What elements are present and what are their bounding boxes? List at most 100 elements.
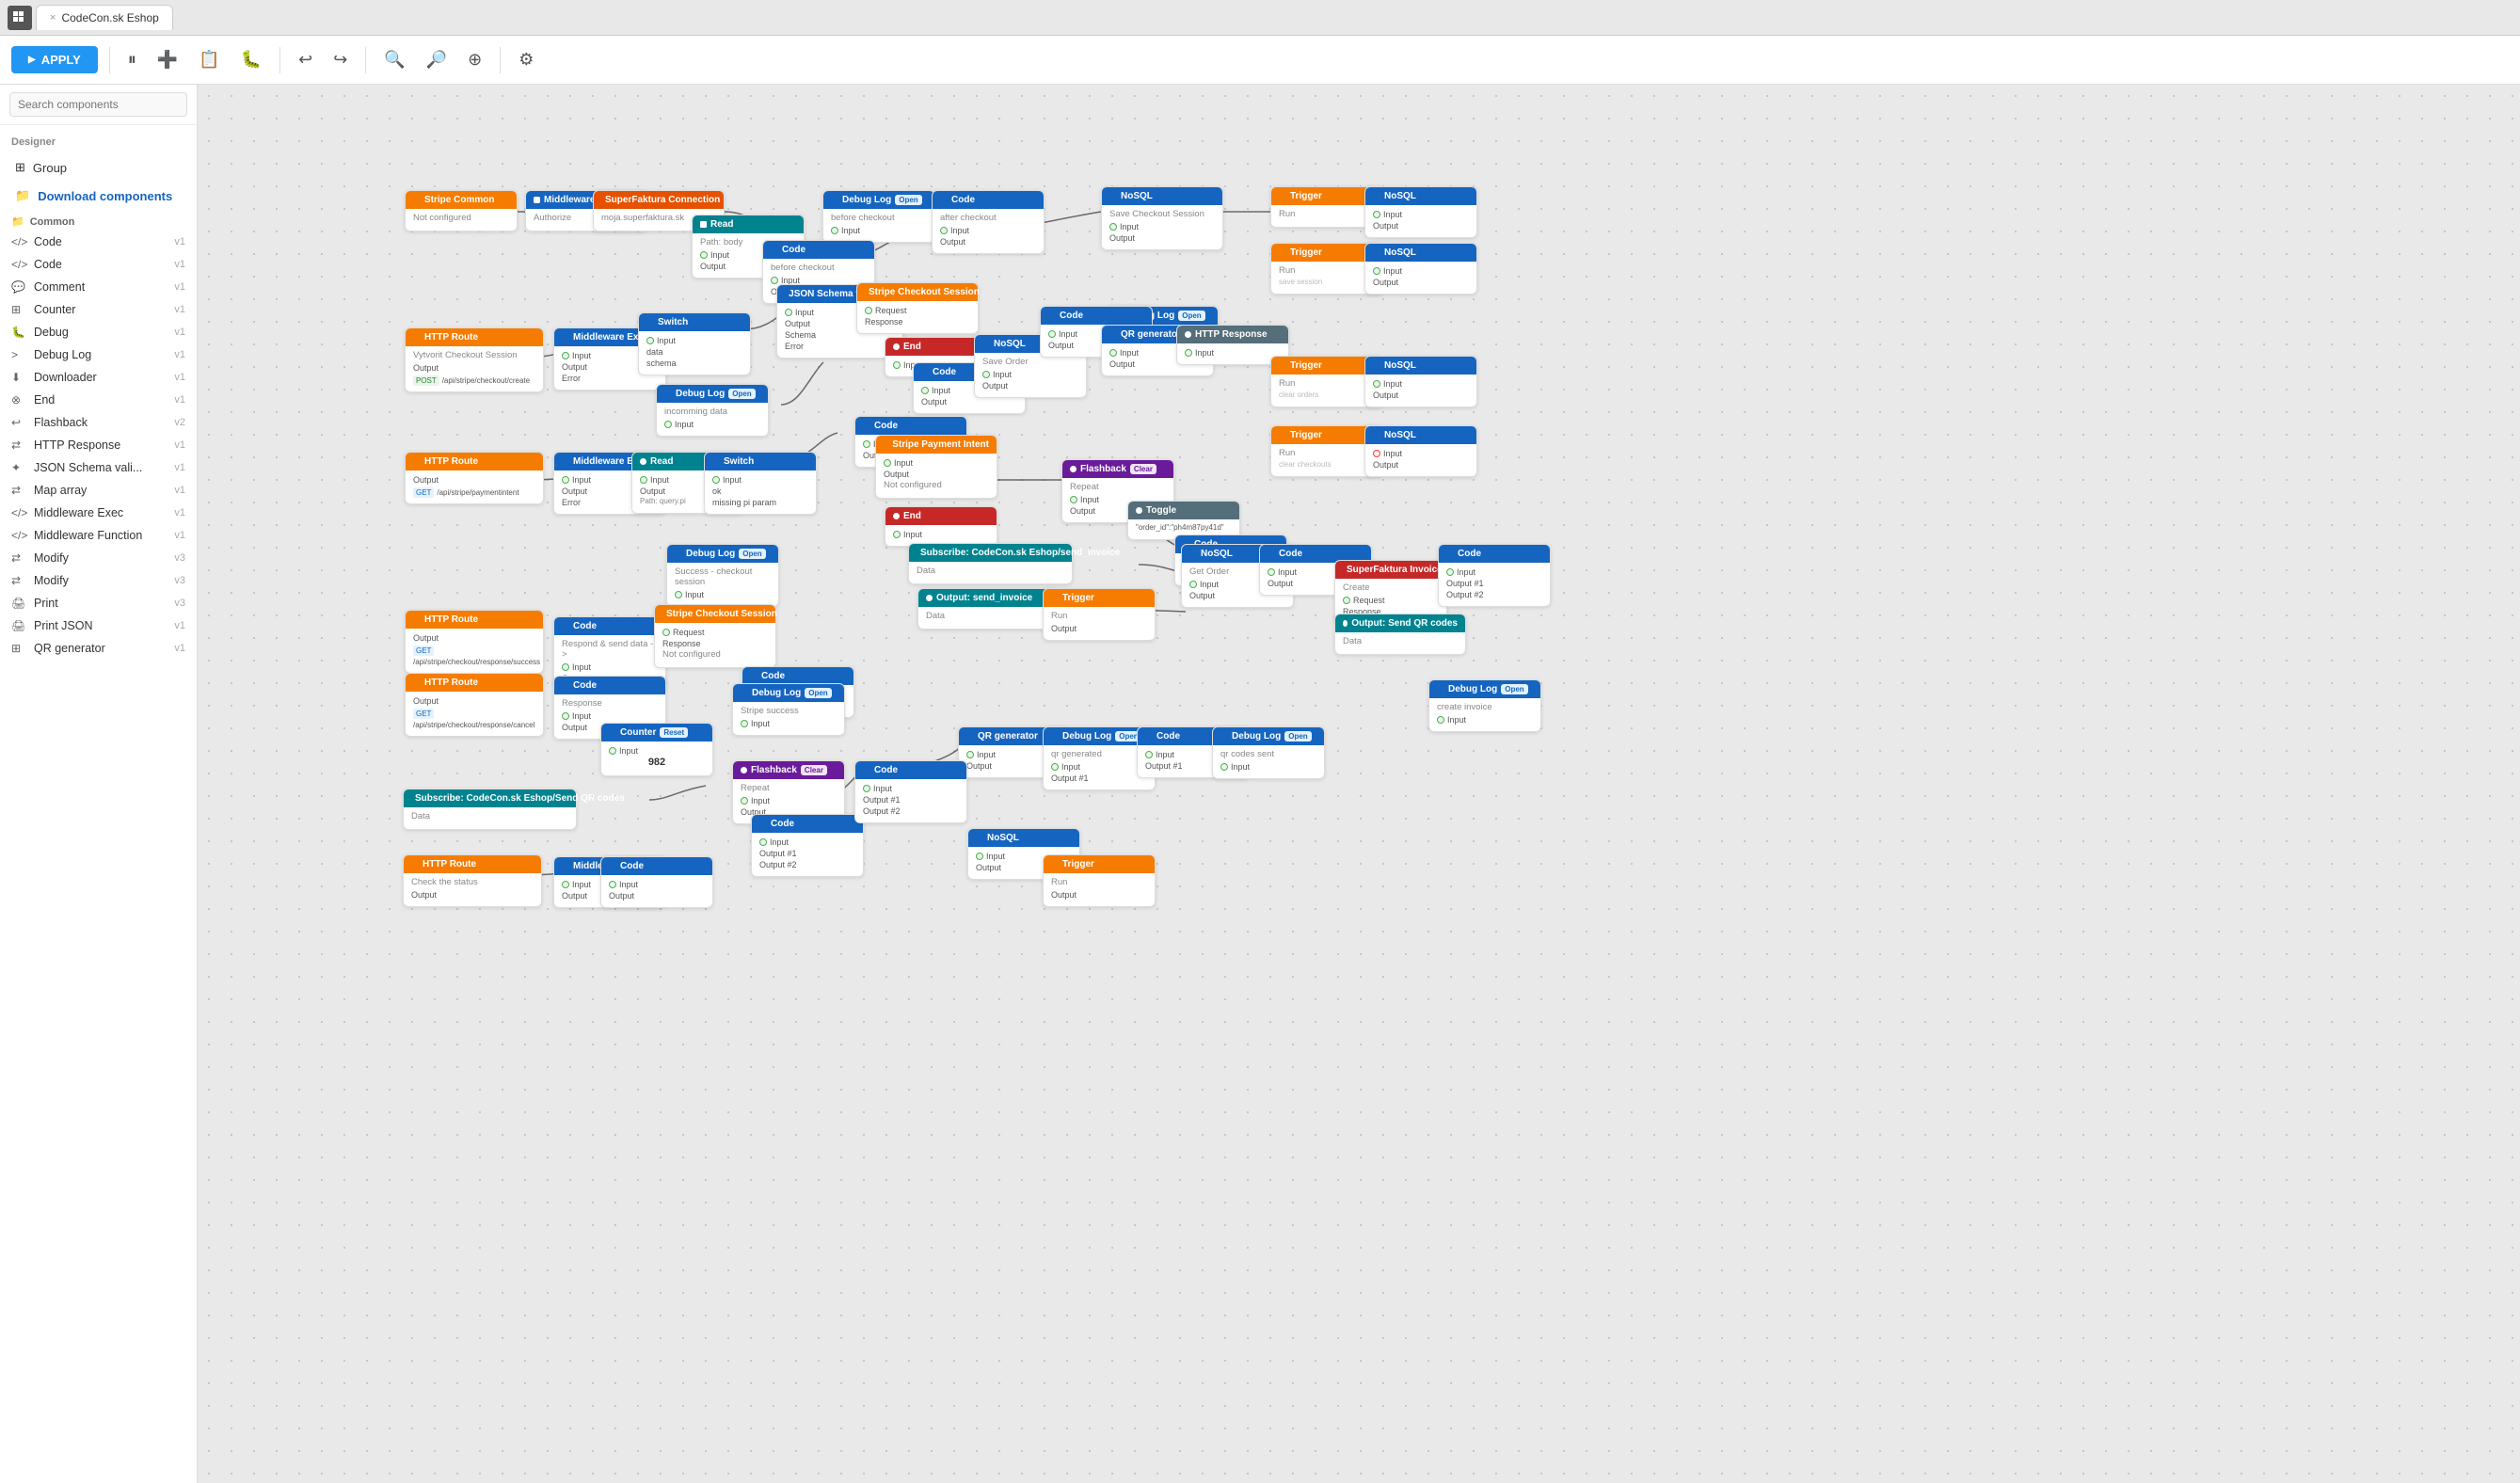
node-debug-log-stripe-success[interactable]: Debug Log Open Stripe success Input	[732, 683, 845, 736]
node-counter-reset[interactable]: Counter Reset Input 982	[600, 723, 713, 776]
tab-close[interactable]: ×	[50, 12, 56, 24]
node-nosql-save-session[interactable]: NoSQL Input Output	[1364, 243, 1477, 295]
search-input[interactable]	[9, 92, 187, 117]
node-http-route-checkout-create[interactable]: HTTP Route Vytvorit Checkout Session Out…	[405, 327, 544, 392]
settings-button[interactable]: ⚙	[512, 45, 540, 74]
node-nosql-clear-orders[interactable]: NoSQL Input Output	[1364, 356, 1477, 407]
qr-gen-2-input-dot	[966, 751, 974, 758]
sidebar-item-debug[interactable]: 🐛 Debug v1	[0, 321, 197, 343]
sidebar-item-map-array[interactable]: ⇄ Map array v1	[0, 479, 197, 502]
node-http-route-checkout-success[interactable]: HTTP Route Output GET /api/stripe/checko…	[405, 610, 544, 674]
debug-success-input: Input	[675, 589, 771, 600]
code-label-1: Code	[34, 235, 174, 248]
switch-payment-dot	[712, 458, 720, 466]
stripe-checkout-request-dot	[865, 307, 872, 314]
node-debug-log-qr-codes-sent[interactable]: Debug Log Open qr codes sent Input	[1212, 726, 1325, 779]
node-output-send-invoice[interactable]: Output: send_invoice Data	[917, 588, 1059, 630]
node-switch-checkout[interactable]: Switch Input data schema	[638, 312, 751, 375]
zoom-in-button[interactable]: 🔍	[377, 45, 411, 74]
node-code-qr-row[interactable]: Code Input Output #1 Output #2	[854, 760, 967, 823]
download-icon: 📁	[15, 188, 30, 203]
sidebar-item-middleware-exec[interactable]: </> Middleware Exec v1	[0, 502, 197, 524]
sidebar-item-downloader[interactable]: ⬇ Downloader v1	[0, 366, 197, 389]
clipboard-button[interactable]: 📋	[192, 45, 226, 74]
node-debug-log-before[interactable]: Debug Log Open before checkout Input	[822, 190, 935, 243]
add-button[interactable]: ➕	[151, 45, 184, 74]
sidebar-item-qr-generator[interactable]: ⊞ QR generator v1	[0, 637, 197, 660]
sidebar-item-http-response[interactable]: ⇄ HTTP Response v1	[0, 434, 197, 456]
nosql-co-output: Output	[1373, 390, 1469, 401]
main-tab[interactable]: × CodeCon.sk Eshop	[36, 5, 173, 30]
stripe-common-dot	[413, 197, 421, 204]
node-trigger-bottom[interactable]: Trigger Run Output	[1043, 854, 1156, 907]
middleware-exec-icon: </>	[11, 506, 28, 519]
pause-button[interactable]: ⏸	[121, 45, 143, 74]
node-body-route-checkout-success: Output GET /api/stripe/checkout/response…	[406, 629, 543, 673]
node-http-route-payment[interactable]: HTTP Route Output GET /api/stripe/paymen…	[405, 452, 544, 504]
node-debug-log-success[interactable]: Debug Log Open Success - checkout sessio…	[666, 544, 779, 607]
sidebar-item-end[interactable]: ⊗ End v1	[0, 389, 197, 411]
spi-input: Input	[884, 457, 989, 469]
sidebar-item-modify-2[interactable]: ⇄ Modify v3	[0, 569, 197, 592]
read-qp-input-dot	[640, 476, 647, 484]
node-trigger-invoice[interactable]: Trigger Run Output	[1043, 588, 1156, 641]
node-end-2[interactable]: End Input	[885, 506, 997, 547]
debug-before-label: before checkout	[831, 213, 927, 223]
sidebar-item-print[interactable]: 🖨 Print v3	[0, 592, 197, 614]
node-http-route-checkout-cancel[interactable]: HTTP Route Output GET /api/stripe/checko…	[405, 673, 544, 737]
undo-button[interactable]: ↩	[292, 45, 319, 74]
node-debug-log-create-invoice[interactable]: Debug Log Open create invoice Input	[1428, 679, 1541, 732]
code-asf-input-dot	[1446, 568, 1454, 576]
node-http-route-check-status[interactable]: HTTP Route Check the status Output	[403, 854, 542, 907]
code-payment-input-dot	[863, 440, 870, 448]
node-subscribe-send-qr[interactable]: Subscribe: CodeCon.sk Eshop/Send QR code…	[403, 789, 577, 830]
sidebar-item-print-json[interactable]: 🖨 Print JSON v1	[0, 614, 197, 637]
node-subscribe-send-invoice[interactable]: Subscribe: CodeCon.sk Eshop/send_invoice…	[908, 543, 1073, 584]
sidebar-item-comment[interactable]: 💬 Comment v1	[0, 276, 197, 298]
toolbar-sep-2	[279, 47, 280, 73]
debug-incoming-label: incomming data	[664, 407, 760, 417]
nosql-save-checkout-label: Save Checkout Session	[1109, 209, 1215, 219]
download-label: Download components	[38, 189, 172, 203]
node-code-flashback-output[interactable]: Code Input Output #1 Output #2	[751, 814, 864, 877]
apply-button[interactable]: APPLY	[11, 46, 98, 73]
sidebar-item-debug-log[interactable]: > Debug Log v1	[0, 343, 197, 366]
sidebar-item-download[interactable]: 📁 Download components	[4, 183, 193, 209]
node-stripe-checkout[interactable]: Stripe Checkout Session Request Response	[856, 282, 979, 334]
node-stripe-checkout-2[interactable]: Stripe Checkout Session Request Response…	[654, 604, 776, 668]
redo-button[interactable]: ↪	[327, 45, 354, 74]
canvas[interactable]: Stripe Common Not configured Middleware …	[198, 85, 2520, 1483]
node-code-after-superfaktura[interactable]: Code Input Output #1 Output #2	[1438, 544, 1551, 607]
bug-button[interactable]: 🐛	[234, 45, 268, 74]
node-stripe-common[interactable]: Stripe Common Not configured	[405, 190, 518, 231]
app-grid-icon[interactable]	[8, 6, 32, 30]
node-debug-log-incoming[interactable]: Debug Log Open incomming data Input	[656, 384, 769, 437]
node-nosql-1[interactable]: NoSQL Input Output	[1364, 186, 1477, 238]
zoom-fit-button[interactable]: ⊕	[461, 45, 488, 74]
node-code-bottom[interactable]: Code Input Output	[600, 856, 713, 908]
node-code-after-checkout[interactable]: Code after checkout Input Output	[932, 190, 1045, 254]
sidebar-item-group[interactable]: ⊞ Group	[4, 154, 193, 181]
sidebar-item-flashback[interactable]: ↩ Flashback v2	[0, 411, 197, 434]
node-stripe-payment-intent[interactable]: Stripe Payment Intent Input Output Not c…	[875, 435, 997, 499]
sidebar-item-middleware-fn[interactable]: </> Middleware Function v1	[0, 524, 197, 547]
node-switch-payment[interactable]: Switch Input ok missing pi param	[704, 452, 817, 515]
sidebar-item-json-schema[interactable]: ✦ JSON Schema vali... v1	[0, 456, 197, 479]
sidebar-item-modify-1[interactable]: ⇄ Modify v3	[0, 547, 197, 569]
node-header-route-checkout-cancel: HTTP Route	[406, 674, 543, 692]
output-send-qr-dot	[1343, 620, 1348, 627]
node-output-send-qr[interactable]: Output: Send QR codes Data	[1334, 614, 1466, 655]
sidebar-item-code-1[interactable]: </> Code v1	[0, 231, 197, 253]
node-nosql-clear-checkouts[interactable]: NoSQL Input Output	[1364, 425, 1477, 477]
sidebar-item-counter[interactable]: ⊞ Counter v1	[0, 298, 197, 321]
zoom-out-button[interactable]: 🔎	[420, 45, 454, 74]
route-payment-output: Output	[413, 474, 535, 486]
switch-checkout-input: Input	[646, 335, 742, 346]
nosql-b-input-dot	[976, 853, 983, 860]
sidebar-item-code-2[interactable]: </> Code v1	[0, 253, 197, 276]
code-rs-input-dot	[562, 663, 569, 671]
node-nosql-save-checkout[interactable]: NoSQL Save Checkout Session Input Output	[1101, 186, 1223, 250]
nosql-save-input: Input	[1109, 221, 1215, 232]
debug-log-icon: >	[11, 348, 28, 361]
qr-generator-label: QR generator	[34, 642, 174, 655]
